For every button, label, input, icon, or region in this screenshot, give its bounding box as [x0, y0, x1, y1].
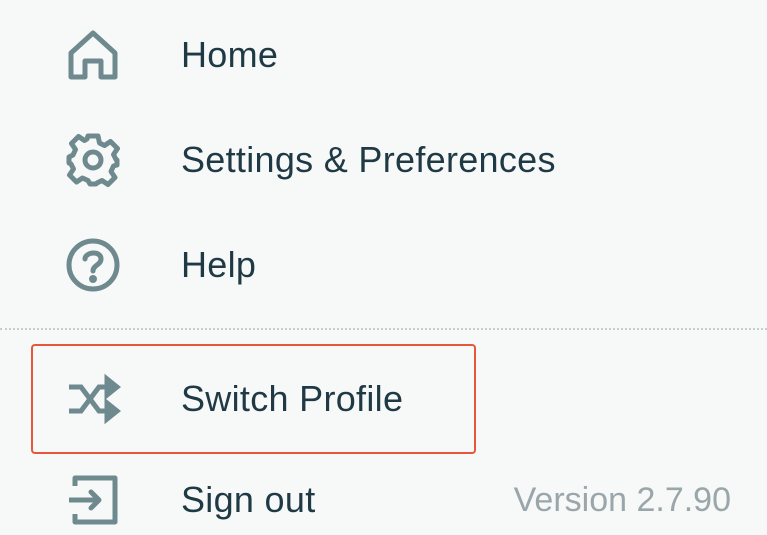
- sign-out-icon: [64, 471, 122, 529]
- gear-icon: [64, 131, 122, 189]
- menu-item-switch-profile[interactable]: Switch Profile: [0, 344, 767, 454]
- menu-item-help[interactable]: Help: [0, 212, 767, 317]
- shuffle-icon: [64, 370, 122, 428]
- menu-item-home[interactable]: Home: [0, 2, 767, 107]
- menu-item-settings[interactable]: Settings & Preferences: [0, 107, 767, 212]
- menu-item-label: Home: [181, 33, 279, 75]
- menu-divider: [0, 328, 767, 330]
- menu-item-label: Switch Profile: [181, 378, 404, 419]
- help-icon: [64, 236, 122, 294]
- menu-item-label: Sign out: [181, 479, 316, 520]
- home-icon: [64, 26, 122, 84]
- account-menu: Home Settings & Preferences Help Switch …: [0, 0, 767, 535]
- menu-item-label: Settings & Preferences: [181, 138, 556, 180]
- menu-item-label: Help: [181, 243, 257, 285]
- version-label: Version 2.7.90: [513, 481, 731, 519]
